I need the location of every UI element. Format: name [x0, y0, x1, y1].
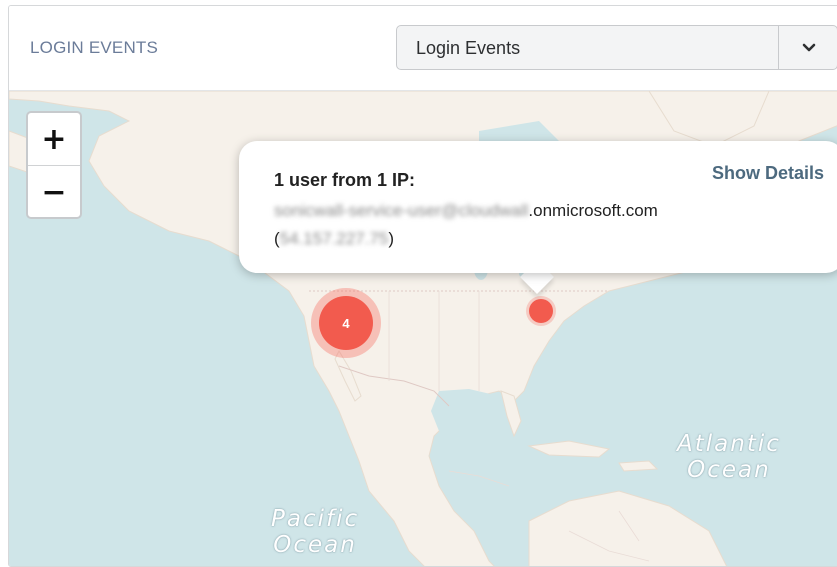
login-location-marker[interactable] [529, 299, 553, 323]
widget-title: LOGIN EVENTS [30, 38, 159, 57]
login-events-widget: LOGIN EVENTS Login Events Atlantic Ocean… [8, 5, 837, 567]
widget-header: LOGIN EVENTS Login Events [9, 6, 837, 91]
zoom-out-button[interactable]: − [28, 166, 80, 217]
login-cluster-marker[interactable]: 4 [311, 288, 381, 358]
redacted-ip: 54.157.227.75 [279, 229, 389, 248]
select-value: Login Events [416, 38, 521, 58]
pacific-ocean-label: Pacific Ocean [271, 506, 360, 558]
redacted-username: sonicwall-service-user@cloudwall [274, 201, 529, 220]
show-details-link[interactable]: Show Details [712, 163, 824, 184]
login-popup: 1 user from 1 IP: Show Details sonicwall… [239, 141, 837, 273]
popup-ip: (54.157.227.75) [274, 229, 395, 248]
chevron-down-icon[interactable] [789, 36, 829, 60]
user-domain: .onmicrosoft.com [528, 201, 658, 220]
zoom-in-button[interactable]: + [28, 113, 80, 165]
atlantic-ocean-label: Atlantic Ocean [677, 431, 781, 483]
cluster-count: 4 [319, 296, 373, 350]
select-divider [778, 26, 779, 69]
popup-heading: 1 user from 1 IP: [274, 170, 416, 190]
event-type-select[interactable]: Login Events [396, 25, 837, 70]
zoom-control: + − [26, 111, 82, 219]
popup-user: sonicwall-service-user@cloudwall.onmicro… [274, 201, 658, 221]
map-view[interactable]: AMERICA Atlantic Ocean Pacific Ocean + −… [9, 91, 837, 566]
